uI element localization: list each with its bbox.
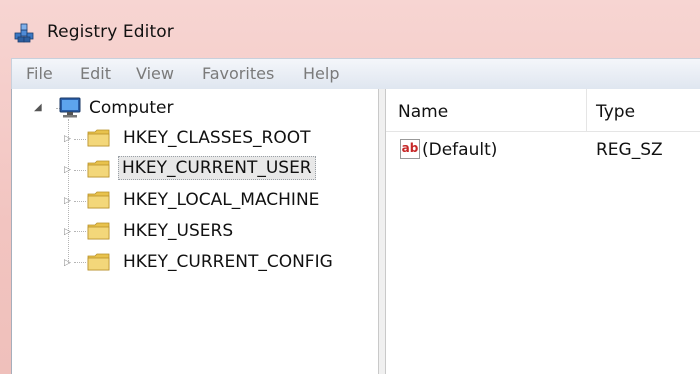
expand-arrow-icon[interactable]: ▷ <box>64 196 71 206</box>
expand-arrow-icon[interactable]: ▷ <box>64 165 71 175</box>
pane-splitter[interactable] <box>378 89 386 374</box>
table-row[interactable]: ab (Default) REG_SZ <box>386 137 700 163</box>
folder-icon <box>87 160 110 178</box>
tree-item-computer[interactable]: ◢ Computer <box>12 97 372 121</box>
folder-icon <box>87 191 110 209</box>
column-divider[interactable] <box>586 89 587 131</box>
folder-icon <box>87 129 110 147</box>
tree-label-hkey-local-machine: HKEY_LOCAL_MACHINE <box>123 190 320 210</box>
title-bar[interactable]: Registry Editor <box>0 0 700 56</box>
tree-label-hkey-users: HKEY_USERS <box>123 221 234 241</box>
window-title: Registry Editor <box>47 22 174 42</box>
tree-label-hkey-current-config: HKEY_CURRENT_CONFIG <box>123 252 333 272</box>
tree-label-computer: Computer <box>89 98 174 118</box>
tree-label-hkey-current-user: HKEY_CURRENT_USER <box>118 156 316 180</box>
values-list[interactable]: Name Type ab (Default) REG_SZ <box>386 89 700 374</box>
tree-label-hkey-classes-root: HKEY_CLASSES_ROOT <box>123 128 311 148</box>
list-header: Name Type <box>386 89 700 132</box>
folder-icon <box>87 222 110 240</box>
editor-content: ◢ Computer ▷ HKEY_CLASSES_ROOT ▷ HKEY_CU… <box>11 89 700 374</box>
registry-editor-icon <box>14 23 34 43</box>
tree-item-hkey-current-user[interactable]: ▷ HKEY_CURRENT_USER <box>12 156 372 182</box>
string-value-icon: ab <box>400 139 420 159</box>
value-name-cell: (Default) <box>422 140 498 160</box>
menu-edit[interactable]: Edit <box>80 64 111 83</box>
tree-item-hkey-classes-root[interactable]: ▷ HKEY_CLASSES_ROOT <box>12 127 372 151</box>
menu-bar: File Edit View Favorites Help <box>11 58 700 89</box>
menu-favorites[interactable]: Favorites <box>202 64 274 83</box>
expand-arrow-icon[interactable]: ▷ <box>64 258 71 268</box>
menu-help[interactable]: Help <box>303 64 339 83</box>
expand-arrow-icon[interactable]: ▷ <box>64 227 71 237</box>
collapse-arrow-icon[interactable]: ◢ <box>34 103 42 113</box>
value-type-cell: REG_SZ <box>596 140 663 160</box>
menu-view[interactable]: View <box>136 64 174 83</box>
menu-file[interactable]: File <box>26 64 53 83</box>
registry-editor-window: Registry Editor File Edit View Favorites… <box>0 0 700 374</box>
tree-item-hkey-users[interactable]: ▷ HKEY_USERS <box>12 220 372 244</box>
tree-item-hkey-current-config[interactable]: ▷ HKEY_CURRENT_CONFIG <box>12 251 372 275</box>
registry-tree[interactable]: ◢ Computer ▷ HKEY_CLASSES_ROOT ▷ HKEY_CU… <box>12 89 378 374</box>
expand-arrow-icon[interactable]: ▷ <box>64 134 71 144</box>
computer-icon <box>59 97 81 118</box>
tree-item-hkey-local-machine[interactable]: ▷ HKEY_LOCAL_MACHINE <box>12 189 372 213</box>
folder-icon <box>87 253 110 271</box>
